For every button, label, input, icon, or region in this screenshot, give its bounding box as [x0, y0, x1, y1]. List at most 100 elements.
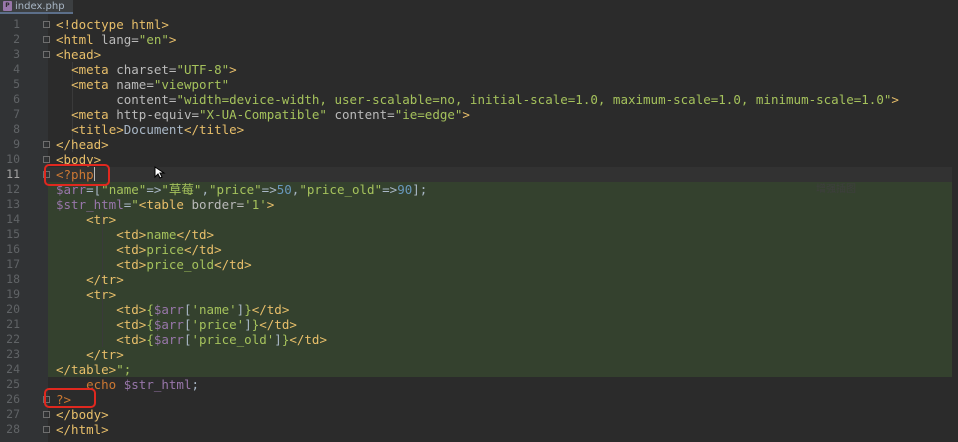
- fold-marker-icon[interactable]: [43, 156, 50, 163]
- fold-marker-icon[interactable]: [43, 141, 50, 148]
- code-token: http-equiv=: [116, 107, 200, 122]
- code-token: ]: [244, 317, 252, 332]
- code-line: <tr>: [56, 212, 116, 227]
- code-token: "UTF-8": [176, 62, 230, 77]
- code-token: <td>: [116, 242, 147, 257]
- code-line: <meta name="viewport": [56, 77, 229, 92]
- line-number: 14: [6, 212, 20, 226]
- php-close-tag-annotation: [44, 388, 96, 408]
- code-token: 90: [397, 182, 413, 197]
- code-line: <head>: [56, 47, 101, 62]
- text-caret: [94, 167, 95, 181]
- code-line: </body>: [56, 407, 109, 422]
- line-number: 7: [13, 107, 20, 121]
- code-line: </tr>: [56, 272, 124, 287]
- code-token: 'name': [191, 302, 237, 317]
- code-line: </html>: [56, 422, 109, 437]
- code-token: <td>: [116, 302, 147, 317]
- line-number: 24: [6, 362, 20, 376]
- watermark: 增强插图: [816, 184, 856, 195]
- code-token: "viewport": [153, 77, 230, 92]
- line-number: 15: [6, 227, 20, 241]
- code-token: ];: [412, 182, 428, 197]
- tab-index-php[interactable]: P index.php: [0, 0, 73, 14]
- code-token: lang=: [101, 32, 139, 47]
- code-token: <td>: [116, 332, 147, 347]
- line-number: 8: [13, 122, 20, 136]
- fold-marker-icon[interactable]: [43, 426, 50, 433]
- tab-bar: P index.php: [0, 0, 958, 14]
- code-token: >: [462, 107, 470, 122]
- line-number: 26: [6, 392, 20, 406]
- code-token: =>: [382, 182, 398, 197]
- code-token: $arr: [153, 332, 184, 347]
- line-number: 28: [6, 422, 20, 436]
- code-token: 'price_old': [191, 332, 275, 347]
- code-token: "X-UA-Compatible": [199, 107, 327, 122]
- line-number: 10: [6, 152, 20, 166]
- code-token: content=: [116, 92, 177, 107]
- code-token: <table: [138, 197, 192, 212]
- line-number: 5: [13, 77, 20, 91]
- code-token: "en": [138, 32, 169, 47]
- code-token: ]: [274, 332, 282, 347]
- line-number-gutter[interactable]: 1 2 3 4 5 6 7 8 9 10 11 12 13 14 15 16 17 18 19 20 21 22 23 24 2…: [0, 14, 48, 442]
- code-line: <td>{$arr['price_old']}</td>: [56, 332, 327, 347]
- code-token: ";: [116, 362, 132, 377]
- code-line: </tr>: [56, 347, 124, 362]
- code-line: <meta charset="UTF-8">: [56, 62, 237, 77]
- line-number: 21: [6, 317, 20, 331]
- code-token: [: [183, 302, 192, 317]
- fold-marker-icon[interactable]: [43, 411, 50, 418]
- code-token: $str_html: [123, 377, 192, 392]
- code-token: 50: [276, 182, 292, 197]
- code-token: </td>: [183, 242, 222, 257]
- code-line: </table>";: [56, 362, 131, 377]
- code-token: 'price': [191, 317, 245, 332]
- code-line: content="width=device-width, user-scalab…: [56, 92, 899, 107]
- code-line: <td>name</td>: [56, 227, 214, 242]
- code-token: '1': [244, 197, 267, 212]
- code-token: </html>: [56, 422, 109, 437]
- line-number: 2: [13, 32, 20, 46]
- code-token: "ie=edge": [394, 107, 463, 122]
- code-editor[interactable]: P index.php 1 2 3 4 5 6 7 8 9 10 11 12 13 14 15 16 17 18 1…: [0, 0, 958, 442]
- line-number: 23: [6, 347, 20, 361]
- code-token: </td>: [176, 227, 215, 242]
- code-line: <td>{$arr['name']}</td>: [56, 302, 289, 317]
- code-token: <html: [56, 32, 102, 47]
- fold-marker-icon[interactable]: [43, 21, 50, 28]
- line-number: 19: [6, 287, 20, 301]
- code-token: }: [244, 302, 252, 317]
- code-token: </head>: [56, 137, 109, 152]
- php-open-tag-annotation: [44, 164, 110, 186]
- code-token: price_old: [146, 257, 215, 272]
- code-token: <td>: [116, 227, 147, 242]
- tab-title: index.php: [15, 0, 65, 12]
- code-token: <meta: [71, 107, 117, 122]
- code-token: $arr: [153, 302, 184, 317]
- line-number: 12: [6, 182, 20, 196]
- line-number: 20: [6, 302, 20, 316]
- fold-marker-icon[interactable]: [43, 36, 50, 43]
- code-token: "草莓": [161, 182, 202, 197]
- code-token: charset=: [116, 62, 177, 77]
- fold-marker-icon[interactable]: [43, 51, 50, 58]
- code-area[interactable]: <!doctype html> <html lang="en"> <head> <m…: [48, 14, 958, 442]
- vertical-scrollbar[interactable]: [952, 14, 958, 442]
- code-line: <meta http-equiv="X-UA-Compatible" conte…: [56, 107, 470, 122]
- code-line: $arr=["name"=>"草莓","price"=>50,"price_ol…: [56, 182, 427, 197]
- code-token: <meta: [71, 62, 117, 77]
- code-token: <tr>: [86, 287, 117, 302]
- code-line: <td>price</td>: [56, 242, 222, 257]
- code-token: <td>: [116, 257, 147, 272]
- code-token: <meta: [71, 77, 117, 92]
